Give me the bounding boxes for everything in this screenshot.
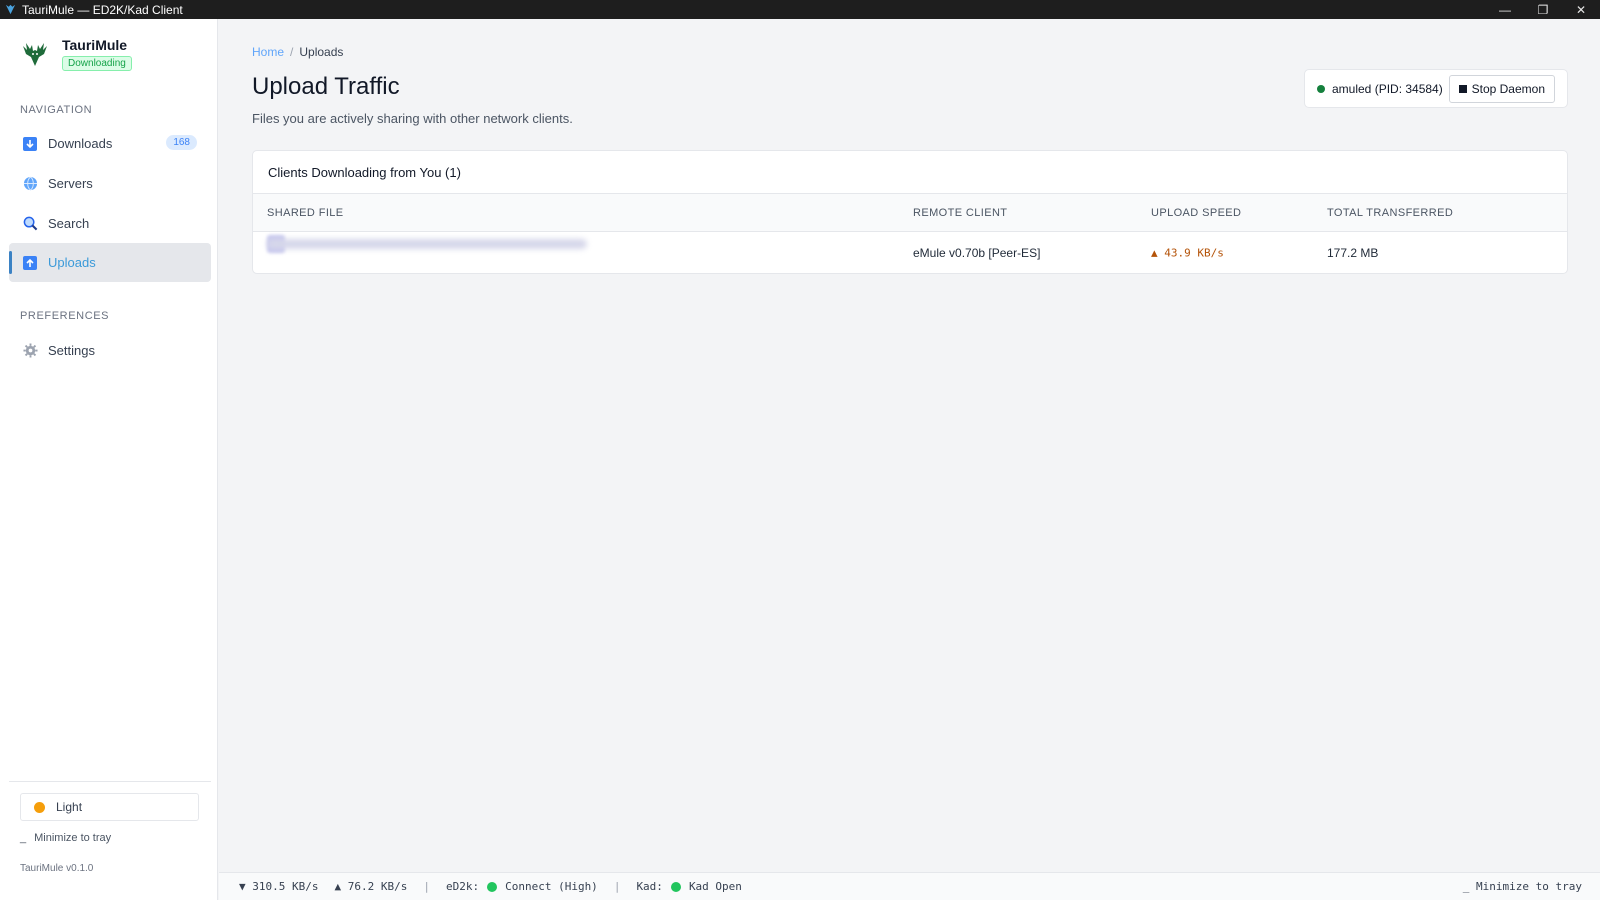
- theme-toggle-button[interactable]: Light: [20, 793, 199, 821]
- app-version: TauriMule v0.1.0: [20, 863, 94, 874]
- status-separator: |: [613, 880, 621, 893]
- downloads-count-badge: 168: [166, 135, 197, 150]
- preferences-section-label: PREFERENCES: [20, 310, 110, 322]
- stop-daemon-button[interactable]: Stop Daemon: [1448, 75, 1555, 103]
- daemon-status-panel: amuled (PID: 34584) Stop Daemon: [1304, 69, 1568, 108]
- sidebar: TauriMule Downloading NAVIGATION Downloa…: [0, 19, 218, 900]
- status-bar: ▼ 310.5 KB/s ▲ 76.2 KB/s | eD2k: Connect…: [219, 872, 1600, 900]
- column-header-remote-client[interactable]: REMOTE CLIENT: [913, 207, 1007, 219]
- card-title: Clients Downloading from You (1): [253, 151, 1567, 194]
- status-badge: Downloading: [62, 56, 132, 71]
- sidebar-item-label: Downloads: [48, 136, 113, 151]
- kad-status-dot: [670, 881, 681, 892]
- kad-label: Kad:: [636, 880, 663, 893]
- sidebar-item-label: Servers: [48, 176, 93, 191]
- kad-status: Kad: Kad Open: [636, 880, 741, 893]
- gear-icon: [22, 343, 38, 359]
- divider: [9, 781, 211, 782]
- sidebar-item-uploads[interactable]: Uploads: [9, 243, 211, 282]
- sidebar-item-label: Search: [48, 216, 90, 231]
- ed2k-status-dot: [487, 881, 498, 892]
- stop-daemon-label: Stop Daemon: [1471, 82, 1545, 96]
- table-row[interactable]: eMule v0.70b [Peer-ES] ▲ 43.9 KB/s 177.2…: [253, 232, 1567, 273]
- sidebar-item-servers[interactable]: Servers: [9, 164, 211, 203]
- breadcrumb: Home / Uploads: [252, 45, 343, 59]
- sidebar-item-settings[interactable]: Settings: [9, 331, 211, 370]
- window-title: TauriMule — ED2K/Kad Client: [22, 2, 183, 17]
- sidebar-item-label: Uploads: [48, 255, 96, 270]
- download-icon: [22, 136, 38, 152]
- brand-name: TauriMule: [62, 37, 128, 53]
- uploads-card: Clients Downloading from You (1) SHARED …: [252, 150, 1568, 274]
- theme-label: Light: [56, 800, 83, 814]
- ed2k-status: eD2k: Connect (High): [446, 880, 598, 893]
- app-logo-icon: [4, 4, 16, 16]
- window-restore-button[interactable]: ❐: [1524, 0, 1562, 19]
- minimize-dash-icon: _: [20, 832, 27, 844]
- ed2k-status-text: Connect (High): [505, 880, 598, 893]
- sun-icon: [34, 801, 45, 813]
- status-separator: |: [423, 880, 430, 893]
- column-header-shared-file[interactable]: SHARED FILE: [267, 207, 344, 219]
- kad-status-text: Kad Open: [688, 880, 742, 893]
- remote-client-cell: eMule v0.70b [Peer-ES]: [913, 246, 1041, 260]
- shared-file-name-redacted: [267, 239, 587, 249]
- upload-speed-cell: ▲ 43.9 KB/s: [1151, 246, 1224, 260]
- sidebar-item-search[interactable]: Search: [9, 204, 211, 243]
- main-content: Home / Uploads Upload Traffic Files you ar…: [219, 19, 1600, 872]
- sidebar-item-downloads[interactable]: Downloads 168: [9, 124, 211, 163]
- breadcrumb-current: Uploads: [299, 45, 344, 59]
- navigation-section-label: NAVIGATION: [20, 104, 93, 116]
- stop-icon: [1458, 85, 1467, 93]
- globe-icon: [22, 176, 38, 192]
- minimize-to-tray-button[interactable]: _ Minimize to tray: [20, 832, 111, 844]
- window-close-button[interactable]: ✕: [1562, 0, 1600, 19]
- window-minimize-button[interactable]: —: [1486, 0, 1524, 19]
- upload-rate: ▲ 76.2 KB/s: [334, 880, 408, 893]
- brand: TauriMule Downloading: [20, 37, 132, 71]
- daemon-status-label: amuled (PID: 34584): [1332, 81, 1443, 96]
- table-header: SHARED FILE REMOTE CLIENT UPLOAD SPEED T…: [253, 194, 1567, 232]
- download-rate: ▼ 310.5 KB/s: [239, 880, 319, 893]
- breadcrumb-home-link[interactable]: Home: [252, 45, 284, 59]
- page-title: Upload Traffic: [252, 73, 400, 100]
- page-subtitle: Files you are actively sharing with othe…: [252, 111, 573, 126]
- daemon-status-dot: [1317, 84, 1325, 93]
- search-icon: [22, 216, 38, 232]
- breadcrumb-separator: /: [290, 45, 294, 59]
- column-header-upload-speed[interactable]: UPLOAD SPEED: [1151, 207, 1241, 219]
- ed2k-label: eD2k:: [445, 880, 480, 893]
- stag-logo-icon: [20, 39, 50, 69]
- column-header-total-transferred[interactable]: TOTAL TRANSFERRED: [1327, 207, 1453, 219]
- sidebar-item-label: Settings: [48, 343, 95, 358]
- total-transferred-cell: 177.2 MB: [1327, 246, 1379, 260]
- window-titlebar: TauriMule — ED2K/Kad Client — ❐ ✕: [0, 0, 1600, 19]
- upload-icon: [22, 255, 38, 271]
- minimize-to-tray-label: Minimize to tray: [34, 832, 112, 844]
- statusbar-minimize-to-tray-button[interactable]: _ Minimize to tray: [1463, 880, 1582, 893]
